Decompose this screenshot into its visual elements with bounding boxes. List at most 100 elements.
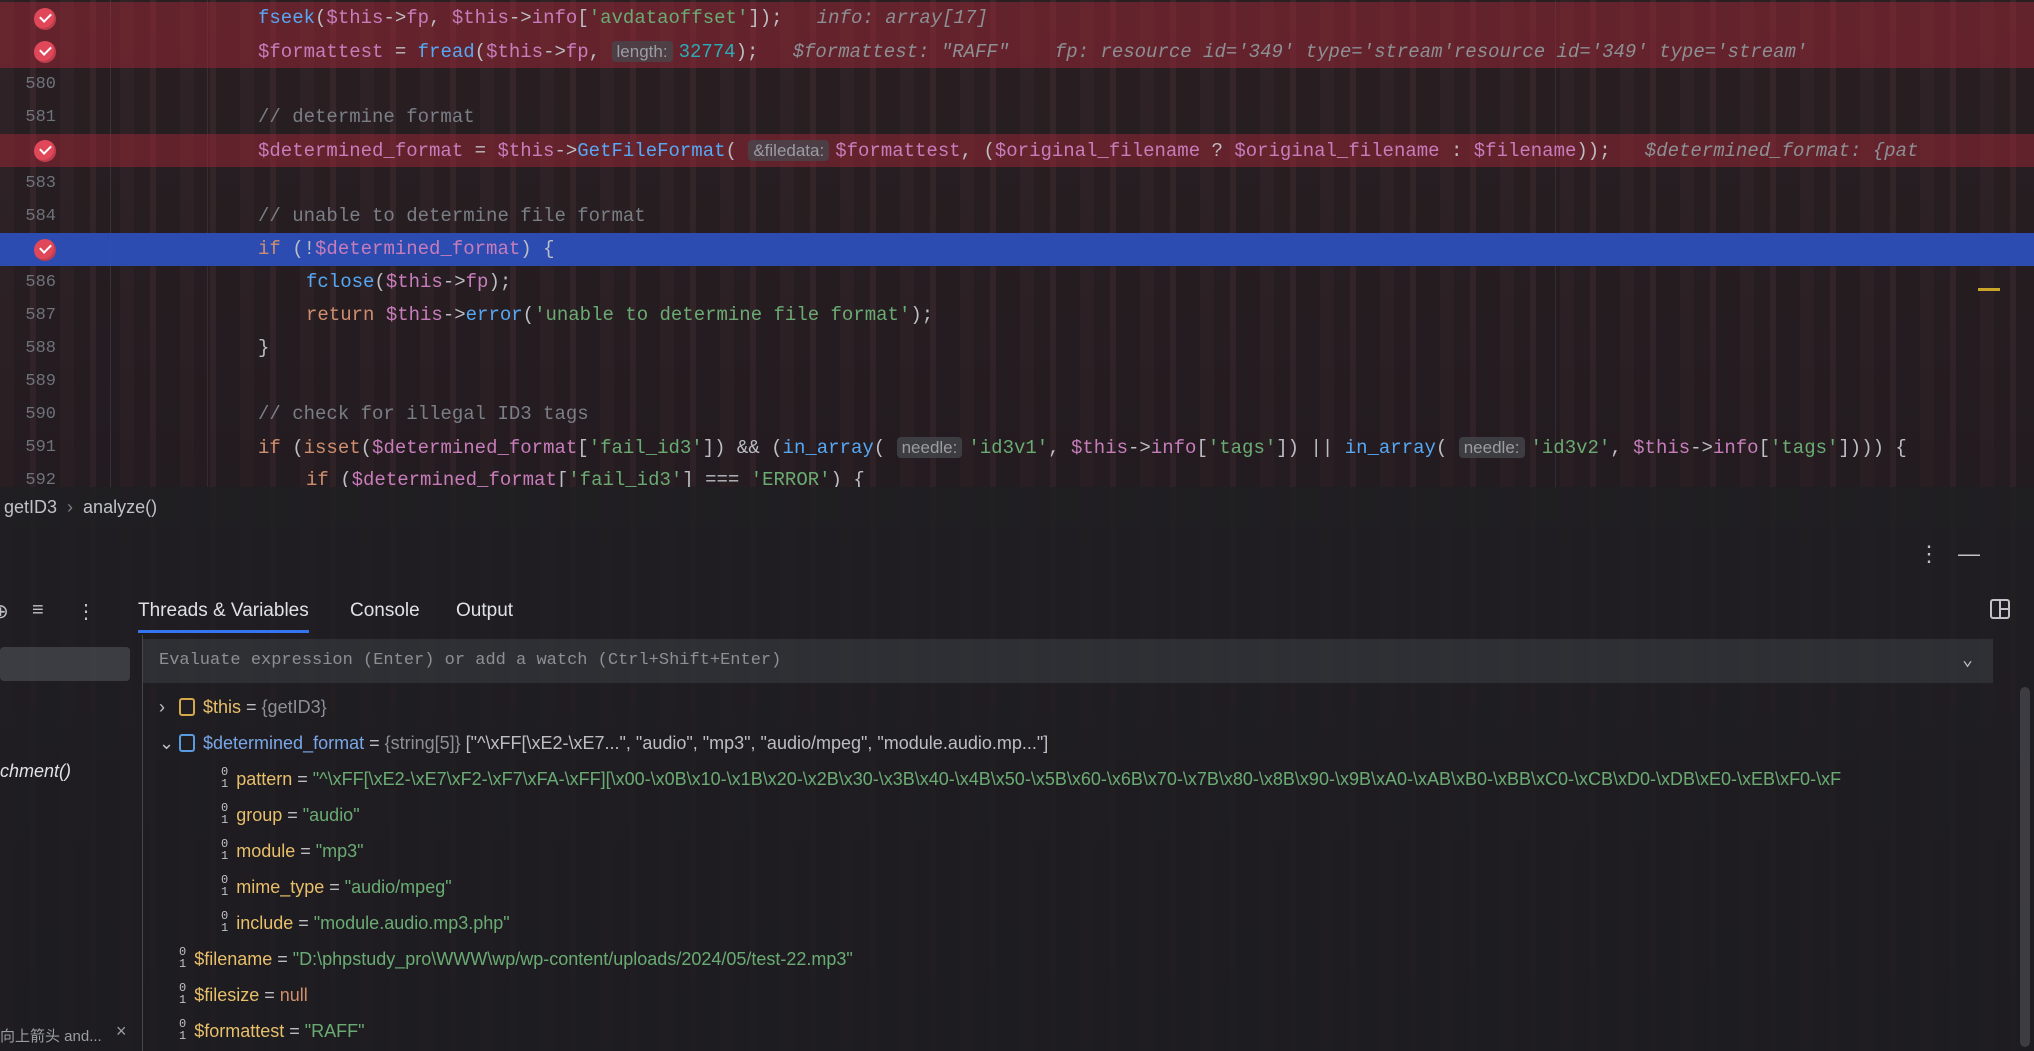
code-line[interactable]: 592 if ($determined_format['fail_id3'] ==… [0,464,2034,487]
code-token: error [465,304,523,326]
more-options-icon[interactable]: ⋮ [1918,541,1940,567]
line-number[interactable]: 591 [0,431,56,464]
line-number[interactable]: 580 [0,68,56,101]
code-line[interactable]: 583 [0,167,2034,200]
variable-row[interactable]: 0 1 $formattest = "RAFF" [159,1013,365,1049]
code-token: ( [474,41,487,63]
code-token: $formattest [835,140,961,162]
equals-sign: = [364,733,385,753]
equals-sign: = [292,769,313,789]
frame-selected[interactable] [0,647,130,681]
variable-value: "^\xFF[\xE2-\xE7\xF2-\xF7\xFA-\xFF][\x00… [312,769,1842,789]
layout-icon[interactable] [1990,599,2010,619]
code-token: ( [360,437,373,459]
frame-item[interactable]: chment() [0,761,71,782]
code-line[interactable]: 586 fclose($this->fp); [0,266,2034,299]
add-watch-icon[interactable]: ≡ [32,599,44,622]
code-line[interactable]: $determined_format = $this->GetFileForma… [0,134,2034,167]
line-number[interactable]: 584 [0,200,56,233]
variable-row[interactable]: 0 1 $filename = "D:\phpstudy_pro\WWW\wp/wp… [159,941,853,977]
inline-debug-value[interactable]: $formattest: "RAFF" fp: resource id='349… [781,41,1808,63]
code-token: return [306,304,386,326]
line-number[interactable]: 583 [0,167,56,200]
line-number[interactable]: 588 [0,332,56,365]
code-line[interactable]: 588} [0,332,2034,365]
line-number[interactable]: 586 [0,266,56,299]
equals-sign: = [295,841,316,861]
variable-name: group [236,805,283,825]
current-line[interactable]: if (!$determined_format) { [0,233,2034,266]
primitive-icon: 01 [179,1017,187,1043]
code-line[interactable]: 591 if (isset($determined_format['fail_id… [0,431,2034,464]
code-line[interactable]: 589 [0,365,2034,398]
code-token: ( [1435,437,1459,459]
variable-name: $formattest [194,1021,285,1041]
chevron-down-icon[interactable]: ⌄ [1962,639,1973,683]
breakpoint-icon[interactable] [34,8,56,30]
code-token: ( [328,469,352,487]
variable-row[interactable]: 0 1 $filesize = null [159,977,308,1013]
line-number[interactable]: 592 [0,464,56,487]
breadcrumb-class[interactable]: getID3 [4,497,57,517]
variable-row[interactable]: 0 1 include = "module.audio.mp3.php" [221,905,510,941]
code-token: if [306,469,329,487]
variable-row[interactable]: 0 1 group = "audio" [221,797,360,833]
more-icon[interactable]: ⋮ [76,599,96,624]
line-number[interactable]: 589 [0,365,56,398]
code-token: -> [442,304,466,326]
breakpoint-icon[interactable] [34,140,56,162]
variable-row[interactable]: 0 1 mime_type = "audio/mpeg" [221,869,452,905]
code-line[interactable]: 581 // determine format [0,101,2034,134]
array-icon [179,734,195,752]
inline-debug-value[interactable]: $determined_format: {pat [1633,140,1919,162]
code-line[interactable]: 584 // unable to determine file format [0,200,2034,233]
warning-stripe-marker[interactable] [1978,288,2000,291]
code-token: $filename [1473,140,1577,162]
code-line[interactable]: fseek($this->fp, $this->info['avdataoffs… [0,2,2034,35]
variables-scrollbar[interactable] [2020,687,2030,1047]
close-icon[interactable]: × [116,1021,127,1042]
line-number[interactable]: 581 [0,101,56,134]
code-line[interactable]: $formattest = fread($this->fp, length: 32… [0,35,2034,68]
code-text: if (isset($determined_format['fail_id3']… [258,431,1907,465]
line-number[interactable]: 587 [0,299,56,332]
equals-sign: = [259,985,280,1005]
variable-value: "RAFF" [304,1021,365,1041]
line-number[interactable]: 590 [0,398,56,431]
threads-icon[interactable]: ⊕ [0,599,9,624]
chevron-right-icon[interactable]: › [159,689,179,725]
code-editor[interactable]: fseek($this->fp, $this->info['avdataoffs… [0,0,2034,487]
tab-console[interactable]: Console [350,589,420,633]
tab-output[interactable]: Output [456,589,513,633]
variable-value: "audio/mpeg" [344,877,452,897]
inline-debug-value[interactable]: info: array[17] [805,7,988,29]
code-token: ]) || [1276,437,1345,459]
code-token: , [1610,437,1634,459]
equals-sign: = [241,697,262,717]
code-token: ); [910,304,934,326]
variable-type: {getID3} [261,697,327,717]
code-line[interactable]: 590 // check for illegal ID3 tags [0,398,2034,431]
variable-row[interactable]: › $this = {getID3} [159,689,327,725]
minimize-icon[interactable]: — [1958,541,1980,567]
evaluate-expression-input[interactable]: Evaluate expression (Enter) or add a wat… [143,639,1993,683]
code-token: [ [556,469,569,487]
chevron-down-icon[interactable]: ⌄ [159,725,179,761]
code-token: fp [465,271,489,293]
variable-value: "mp3" [315,841,364,861]
breadcrumb-method[interactable]: analyze() [83,497,157,517]
breakpoint-icon[interactable] [34,41,56,63]
tab-threads-variables[interactable]: Threads & Variables [138,589,309,633]
variable-row[interactable]: 0 1 pattern = "^\xFF[\xE2-\xE7\xF2-\xF7\xF… [221,761,1841,797]
variable-row[interactable]: 0 1 module = "mp3" [221,833,364,869]
code-token: 'id3v1' [968,437,1049,459]
variable-row[interactable]: ⌄ $determined_format = {string[5]} ["^\xF… [159,725,1048,761]
breakpoint-icon[interactable] [34,239,56,261]
code-token: -> [554,140,578,162]
parameter-hint: needle: [1458,437,1525,458]
parameter-hint: needle: [896,437,963,458]
code-text: $determined_format = $this->GetFileForma… [258,134,1918,168]
code-line[interactable]: 580 [0,68,2034,101]
parameter-hint: length: [611,41,673,62]
code-line[interactable]: 587 return $this->error('unable to determ… [0,299,2034,332]
